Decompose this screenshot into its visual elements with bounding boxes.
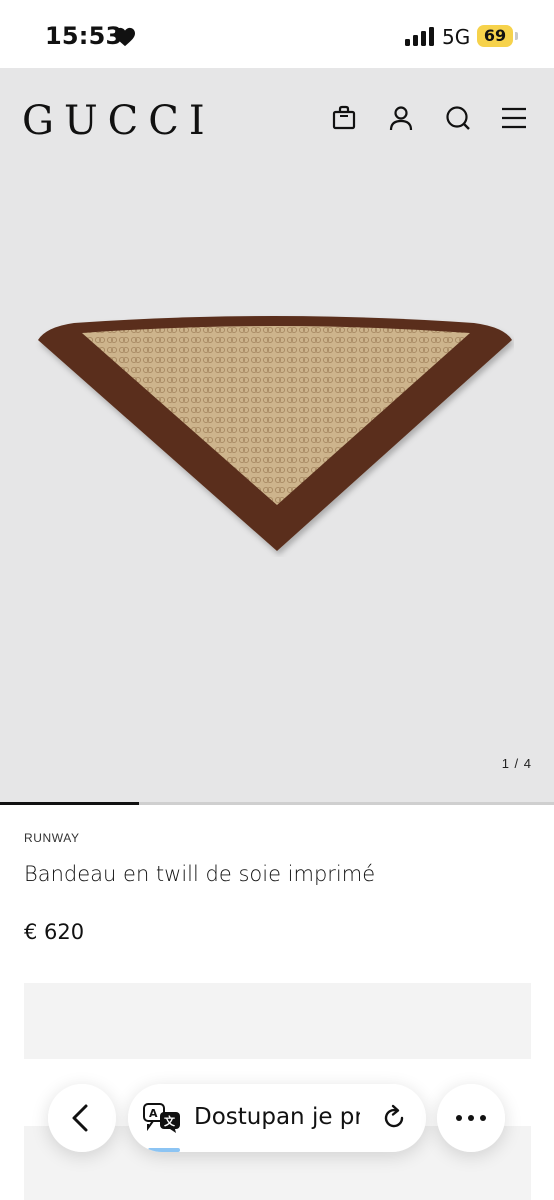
reload-icon[interactable] bbox=[380, 1104, 408, 1132]
product-image bbox=[38, 316, 512, 551]
product-option-panel[interactable] bbox=[24, 983, 531, 1059]
battery-tip bbox=[515, 32, 518, 40]
svg-text:文: 文 bbox=[164, 1114, 176, 1128]
image-pager: 1 / 4 bbox=[501, 756, 532, 771]
user-icon[interactable] bbox=[387, 104, 415, 132]
address-text: Dostupan je prij bbox=[194, 1104, 360, 1130]
status-time: 15:53 bbox=[45, 22, 123, 50]
product-price: € 620 bbox=[24, 920, 85, 944]
page-load-progress bbox=[148, 1148, 180, 1152]
product-name: Bandeau en twill de soie imprimé bbox=[24, 862, 376, 886]
status-bar: 15:53 5G 69 bbox=[0, 0, 554, 68]
collection-label: RUNWAY bbox=[24, 831, 80, 845]
network-type: 5G bbox=[442, 25, 471, 49]
cellular-signal-icon bbox=[405, 27, 434, 46]
translate-icon[interactable]: A 文 bbox=[142, 1102, 182, 1134]
browser-more-button[interactable] bbox=[437, 1084, 505, 1152]
gallery-progress-fill bbox=[0, 802, 139, 805]
battery-indicator: 69 bbox=[477, 25, 513, 47]
heart-icon bbox=[115, 27, 135, 47]
shopping-bag-icon[interactable] bbox=[330, 104, 358, 132]
browser-back-button[interactable] bbox=[48, 1084, 116, 1152]
browser-address-bar[interactable]: A 文 Dostupan je prij bbox=[128, 1084, 426, 1152]
search-icon[interactable] bbox=[444, 104, 472, 132]
gallery-progress-track bbox=[0, 802, 554, 805]
brand-logo[interactable]: GUCCI bbox=[22, 98, 215, 144]
back-chevron-icon bbox=[72, 1104, 88, 1132]
more-dots-icon bbox=[456, 1115, 486, 1121]
menu-icon[interactable] bbox=[500, 104, 528, 132]
svg-text:A: A bbox=[149, 1107, 158, 1120]
